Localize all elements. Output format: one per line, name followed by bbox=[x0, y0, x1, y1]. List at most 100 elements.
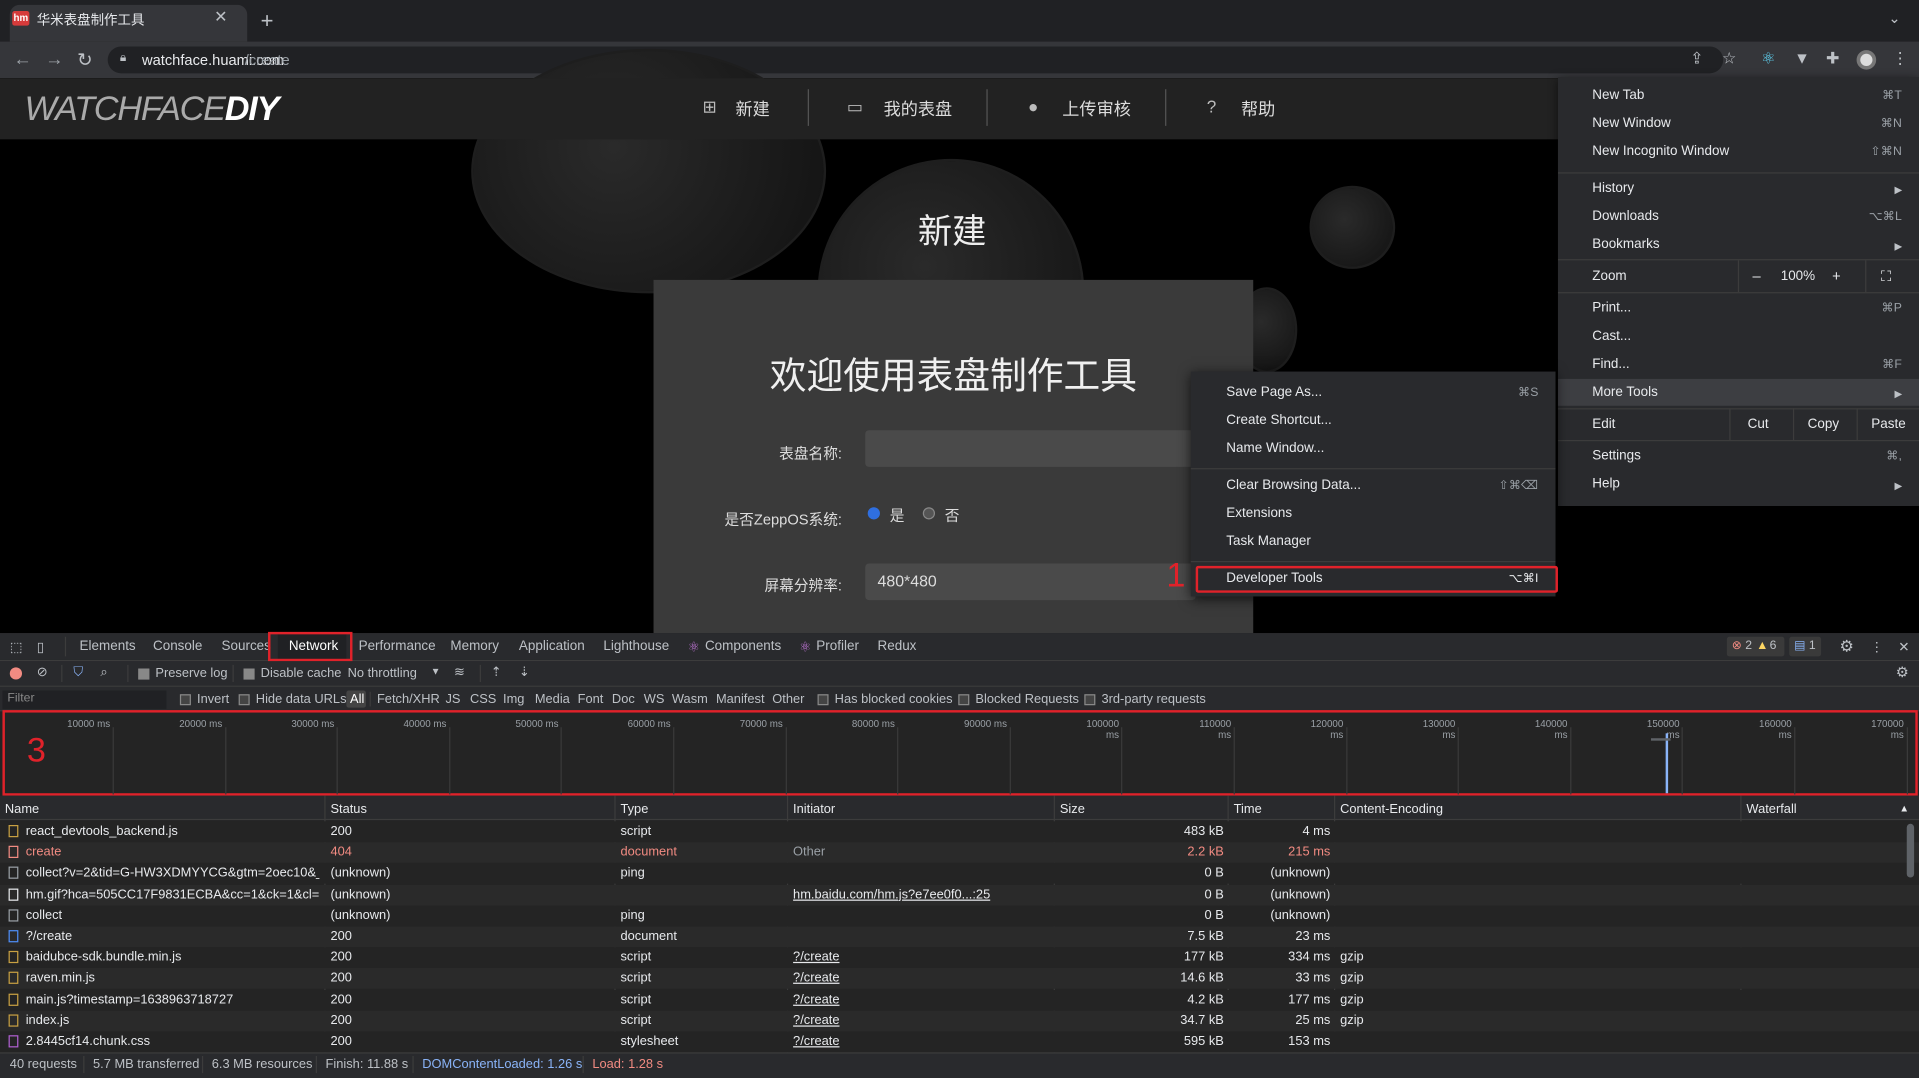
extensions-icon[interactable]: ✚ bbox=[1826, 49, 1839, 69]
menu-item-new-tab[interactable]: New Tab bbox=[1592, 88, 1644, 103]
preserve-log-checkbox[interactable] bbox=[138, 668, 150, 680]
devtools-tab-components[interactable]: Components bbox=[705, 639, 781, 654]
submenu-item-create-shortcut[interactable]: Create Shortcut... bbox=[1226, 413, 1332, 428]
lock-icon[interactable]: 🔒︎ bbox=[120, 51, 127, 64]
filter-icon[interactable]: ⛉ bbox=[73, 665, 83, 681]
forward-icon[interactable]: → bbox=[45, 49, 63, 70]
paste-button[interactable]: Paste bbox=[1871, 417, 1905, 432]
resolution-select[interactable]: 480*480 bbox=[865, 563, 1196, 601]
col-time[interactable]: Time bbox=[1234, 802, 1262, 817]
devtools-tab-application[interactable]: Application bbox=[519, 639, 585, 654]
devtools-tab-performance[interactable]: Performance bbox=[359, 639, 436, 654]
type-filter-img[interactable]: Img bbox=[503, 692, 524, 707]
col-initiator[interactable]: Initiator bbox=[793, 802, 835, 817]
table-scrollbar[interactable] bbox=[1906, 823, 1915, 878]
clear-icon[interactable]: ⊘ bbox=[37, 665, 48, 680]
cell-initiator[interactable]: hm.baidu.com/hm.js?e7ee0f0...:25 bbox=[793, 887, 1050, 902]
menu-item-new-window[interactable]: New Window bbox=[1592, 116, 1671, 131]
zeppos-no-radio[interactable] bbox=[922, 507, 936, 520]
type-filter-ws[interactable]: WS bbox=[644, 692, 665, 707]
cell-initiator[interactable]: ?/create bbox=[793, 992, 1050, 1007]
col-size[interactable]: Size bbox=[1060, 802, 1085, 817]
tab-close-icon[interactable]: ✕ bbox=[214, 7, 227, 27]
menu-item-cast[interactable]: Cast... bbox=[1592, 329, 1631, 344]
blocked-requests-checkbox[interactable] bbox=[958, 694, 970, 706]
network-settings-icon[interactable]: ⚙ bbox=[1896, 664, 1909, 681]
type-filter-other[interactable]: Other bbox=[772, 692, 804, 707]
col-waterfall[interactable]: Waterfall bbox=[1746, 802, 1796, 817]
menu-item-bookmarks[interactable]: Bookmarks bbox=[1592, 237, 1659, 252]
submenu-item-name-window[interactable]: Name Window... bbox=[1226, 441, 1324, 456]
search-icon[interactable]: ⌕ bbox=[100, 665, 107, 681]
menu-item-settings[interactable]: Settings bbox=[1592, 449, 1641, 464]
col-content-encoding[interactable]: Content-Encoding bbox=[1340, 802, 1443, 817]
menu-item-help[interactable]: Help bbox=[1592, 477, 1620, 492]
address-bar[interactable] bbox=[107, 46, 1724, 74]
type-filter-manifest[interactable]: Manifest bbox=[716, 692, 765, 707]
cut-button[interactable]: Cut bbox=[1748, 417, 1769, 432]
network-conditions-icon[interactable]: ≋ bbox=[454, 665, 465, 680]
devtools-settings-icon[interactable]: ⚙ bbox=[1839, 637, 1853, 657]
submenu-item-extensions[interactable]: Extensions bbox=[1226, 506, 1292, 521]
chrome-menu-icon[interactable]: ⋮ bbox=[1892, 49, 1908, 69]
disable-cache-checkbox[interactable] bbox=[243, 668, 255, 680]
share-icon[interactable]: ⇪ bbox=[1690, 49, 1703, 69]
col-status[interactable]: Status bbox=[330, 802, 366, 817]
type-filter-css[interactable]: CSS bbox=[470, 692, 496, 707]
cell-initiator[interactable]: ?/create bbox=[793, 1013, 1050, 1028]
devtools-tab-memory[interactable]: Memory bbox=[450, 639, 499, 654]
fullscreen-icon[interactable]: ⛶ bbox=[1881, 268, 1891, 286]
devtools-tab-profiler[interactable]: Profiler bbox=[816, 639, 859, 654]
filter-input[interactable]: Filter bbox=[2, 690, 167, 709]
type-filter-xhr[interactable]: Fetch/XHR bbox=[377, 692, 440, 707]
zoom-in-button[interactable]: + bbox=[1832, 268, 1841, 285]
devtools-tab-redux[interactable]: Redux bbox=[878, 639, 917, 654]
type-filter-js[interactable]: JS bbox=[445, 692, 460, 707]
tab-search-icon[interactable]: ⌄ bbox=[1888, 10, 1900, 27]
nav-new[interactable]: 新建 bbox=[736, 97, 770, 121]
devtools-more-icon[interactable]: ⋮ bbox=[1870, 639, 1883, 655]
reload-icon[interactable]: ↻ bbox=[77, 49, 92, 71]
record-icon[interactable] bbox=[9, 667, 23, 680]
submenu-item-clear-data[interactable]: Clear Browsing Data... bbox=[1226, 478, 1361, 493]
nav-upload-review[interactable]: 上传审核 bbox=[1062, 97, 1131, 121]
hide-data-urls-checkbox[interactable] bbox=[238, 694, 250, 706]
menu-item-downloads[interactable]: Downloads bbox=[1592, 209, 1659, 224]
import-har-icon[interactable]: ⇡ bbox=[491, 665, 502, 680]
profile-avatar[interactable] bbox=[1856, 50, 1877, 70]
menu-item-history[interactable]: History bbox=[1592, 181, 1634, 196]
export-har-icon[interactable]: ⇣ bbox=[519, 665, 530, 680]
zeppos-yes-radio[interactable] bbox=[867, 507, 880, 520]
third-party-checkbox[interactable] bbox=[1084, 694, 1096, 706]
type-filter-media[interactable]: Media bbox=[535, 692, 570, 707]
type-filter-doc[interactable]: Doc bbox=[612, 692, 635, 707]
type-filter-all[interactable]: All bbox=[350, 692, 364, 707]
menu-item-find[interactable]: Find... bbox=[1592, 357, 1629, 372]
new-tab-icon[interactable]: + bbox=[261, 9, 274, 35]
vue-devtools-icon[interactable]: ▼ bbox=[1794, 49, 1810, 67]
submenu-item-task-manager[interactable]: Task Manager bbox=[1226, 534, 1311, 549]
col-type[interactable]: Type bbox=[620, 802, 648, 817]
blocked-cookies-checkbox[interactable] bbox=[817, 694, 829, 706]
react-devtools-icon[interactable]: ⚛ bbox=[1761, 49, 1775, 69]
cell-initiator[interactable]: ?/create bbox=[793, 950, 1050, 965]
type-filter-font[interactable]: Font bbox=[578, 692, 604, 707]
devtools-tab-elements[interactable]: Elements bbox=[80, 639, 136, 654]
invert-checkbox[interactable] bbox=[179, 694, 191, 706]
nav-my-watchfaces[interactable]: 我的表盘 bbox=[884, 97, 953, 121]
watchface-name-input[interactable] bbox=[865, 430, 1196, 467]
throttling-select[interactable]: No throttling bbox=[348, 666, 417, 681]
bookmark-star-icon[interactable]: ☆ bbox=[1722, 49, 1736, 69]
cell-initiator[interactable]: ?/create bbox=[793, 971, 1050, 986]
site-logo[interactable]: WATCHFACEDIY bbox=[24, 89, 279, 128]
submenu-item-save-page[interactable]: Save Page As... bbox=[1226, 385, 1322, 400]
devtools-tab-lighthouse[interactable]: Lighthouse bbox=[603, 639, 669, 654]
type-filter-wasm[interactable]: Wasm bbox=[672, 692, 708, 707]
cell-initiator[interactable]: ?/create bbox=[793, 1034, 1050, 1049]
nav-help[interactable]: 帮助 bbox=[1241, 97, 1275, 121]
menu-item-more-tools[interactable]: More Tools bbox=[1592, 385, 1658, 400]
menu-item-new-incognito[interactable]: New Incognito Window bbox=[1592, 144, 1729, 159]
copy-button[interactable]: Copy bbox=[1808, 417, 1839, 432]
devtools-tab-sources[interactable]: Sources bbox=[222, 639, 271, 654]
devtools-tab-console[interactable]: Console bbox=[153, 639, 202, 654]
